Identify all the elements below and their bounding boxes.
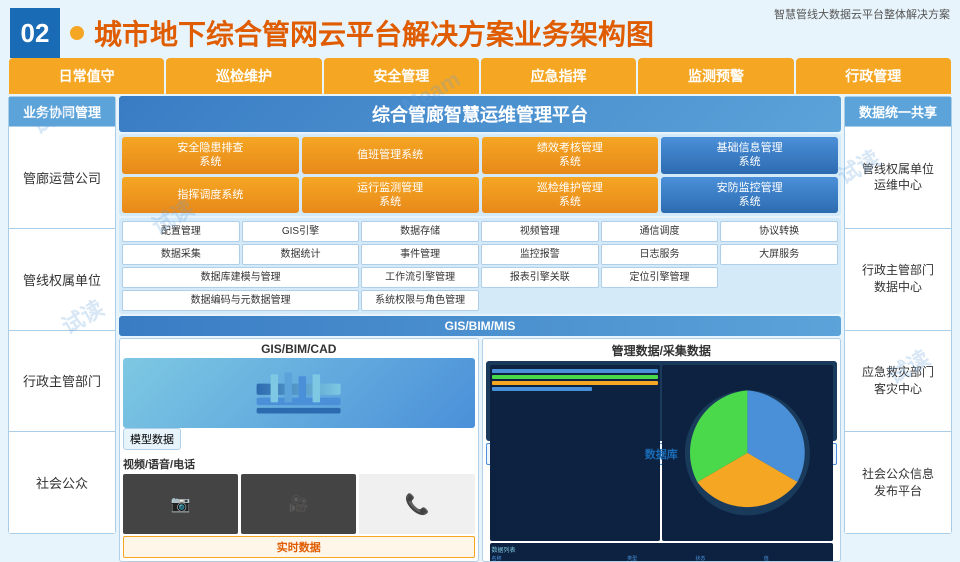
screen-visual: 数据列表 名称类型状态值 管道A压力正常0.8 管道B温度警告85° 管道C流量… [486,361,838,441]
bottom-data: GIS/BIM/CAD [119,338,841,562]
main-content: 日常值守 巡检维护 安全管理 应急指挥 监测预警 行政管理 业务协同管理 管廊运… [8,58,952,534]
3d-model-svg [158,365,439,421]
page-title: 城市地下综合管网云平台解决方案业务架构图 [94,13,654,53]
func-16: 数据编码与元数据管理 [122,290,359,311]
screen-panel-2 [662,365,833,541]
func-8: 事件管理 [361,244,479,265]
func-10: 日志服务 [601,244,719,265]
slide-number: 02 [10,8,60,58]
left-item-0: 管廊运营公司 [9,126,115,228]
phone-visual: 📞 [359,474,474,534]
gis-bim-cad-title: GIS/BIM/CAD [123,342,475,356]
right-panel-title: 数据统一共享 [845,97,951,126]
sys-1: 值班管理系统 [302,137,479,174]
video-section-label: 视频/语音/电话 [123,456,475,472]
nav-item-5[interactable]: 行政管理 [796,58,951,94]
screen-panel-3: 数据列表 名称类型状态值 管道A压力正常0.8 管道B温度警告85° 管道C流量… [490,543,834,562]
video-area: 📷 🎥 📞 [123,474,475,534]
system-grid: 安全隐患排查系统 值班管理系统 绩效考核管理系统 基础信息管理系统 指挥调度系统… [119,134,841,216]
realtime-label: 实时数据 [123,536,475,558]
nav-item-0[interactable]: 日常值守 [9,58,164,94]
right-item-2: 应急救灾部门客灾中心 [845,330,951,432]
func-12: 数据库建模与管理 [122,267,359,288]
right-item-1: 行政主管部门数据中心 [845,228,951,330]
bar-2 [492,375,659,379]
center-panel: 综合管廊智慧运维管理平台 安全隐患排查系统 值班管理系统 绩效考核管理系统 基础… [119,96,841,534]
right-item-0: 管线权属单位运维中心 [845,126,951,228]
func-7: 数据统计 [242,244,360,265]
platform-title: 综合管廊智慧运维管理平台 [119,96,841,132]
func-3: 视频管理 [481,221,599,242]
right-item-3: 社会公众信息发布平台 [845,431,951,533]
func-2: 数据存储 [361,221,479,242]
header: 02 城市地下综合管网云平台解决方案业务架构图 [0,0,960,58]
bar-3 [492,381,659,385]
nav-item-3[interactable]: 应急指挥 [481,58,636,94]
video-thumb-2: 🎥 [241,474,356,534]
sys-4: 指挥调度系统 [122,177,299,214]
left-panel: 业务协同管理 管廊运营公司 管线权属单位 行政主管部门 社会公众 [8,96,116,534]
func-17: 系统权限与角色管理 [361,290,479,311]
sys-3: 基础信息管理系统 [661,137,838,174]
model-visual [123,358,475,428]
func-4: 通信调度 [601,221,719,242]
func-15: 定位引擎管理 [601,267,719,288]
func-5: 协议转换 [720,221,838,242]
nav-item-4[interactable]: 监测预警 [638,58,793,94]
data-card-left: GIS/BIM/CAD [119,338,479,562]
bar-1 [492,369,659,373]
func-13: 工作流引擎管理 [361,267,479,288]
func-0: 配置管理 [122,221,240,242]
func-6: 数据采集 [122,244,240,265]
left-item-3: 社会公众 [9,431,115,533]
left-panel-title: 业务协同管理 [9,97,115,126]
sys-2: 绩效考核管理系统 [482,137,659,174]
data-card-right: 管理数据/采集数据 [482,338,842,562]
func-11: 大屏服务 [720,244,838,265]
right-panel: 数据统一共享 管线权属单位运维中心 行政主管部门数据中心 应急救灾部门客灾中心 … [844,96,952,534]
left-item-1: 管线权属单位 [9,228,115,330]
sys-7: 安防监控管理系统 [661,177,838,214]
sys-6: 巡检维护管理系统 [482,177,659,214]
top-nav: 日常值守 巡检维护 安全管理 应急指挥 监测预警 行政管理 [8,58,952,94]
mgmt-data-title: 管理数据/采集数据 [486,342,838,359]
screen-panel-1 [490,365,661,541]
nav-item-1[interactable]: 巡检维护 [166,58,321,94]
model-data-label: 模型数据 [123,428,181,450]
left-item-2: 行政主管部门 [9,330,115,432]
func-9: 监控报警 [481,244,599,265]
func-14: 报表引擎关联 [481,267,599,288]
content-row: 业务协同管理 管廊运营公司 管线权属单位 行政主管部门 社会公众 综合管廊智慧运… [8,96,952,534]
sys-0: 安全隐患排查系统 [122,137,299,174]
func-1: GIS引擎 [242,221,360,242]
sys-5: 运行监测管理系统 [302,177,479,214]
bar-4 [492,387,592,391]
gis-label: GIS/BIM/MIS [119,316,841,336]
func-grid: 配置管理 GIS引擎 数据存储 视频管理 通信调度 协议转换 数据采集 数据统计… [119,218,841,314]
nav-item-2[interactable]: 安全管理 [324,58,479,94]
video-thumb-1: 📷 [123,474,238,534]
pie-chart [664,367,831,539]
header-dot [70,26,84,40]
